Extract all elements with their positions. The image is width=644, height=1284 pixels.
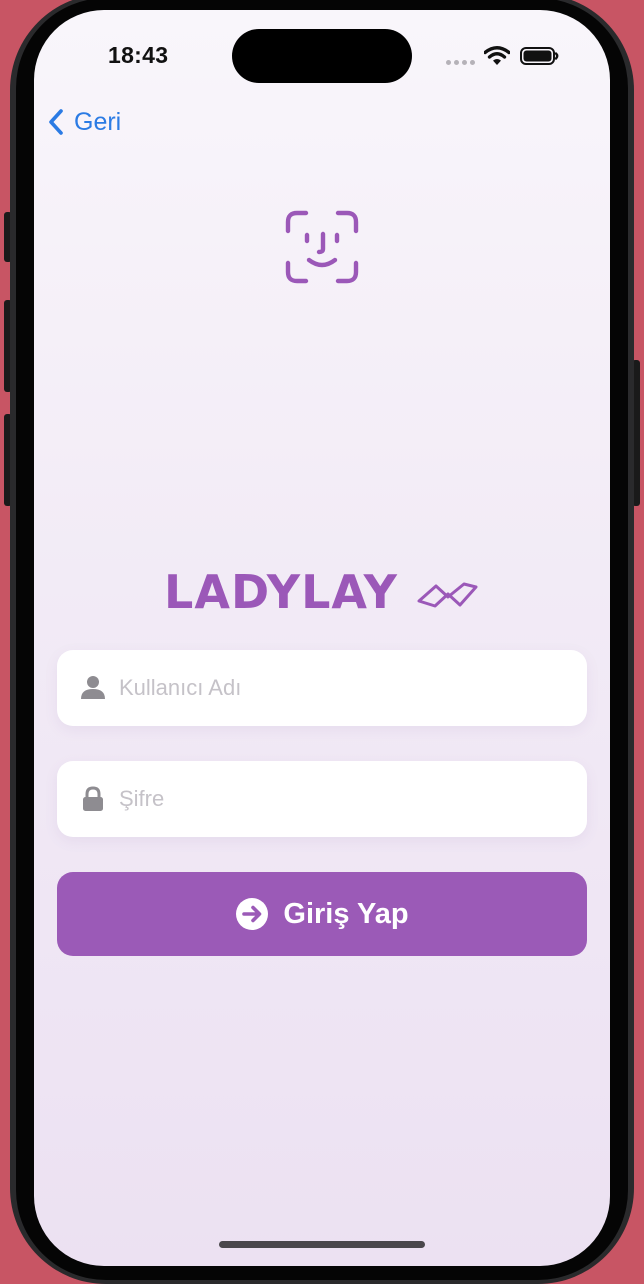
brand-header: LADYLAY	[34, 562, 610, 622]
back-button[interactable]: Geri	[46, 106, 121, 138]
zigzag-wave-icon	[417, 582, 478, 608]
arrow-right-circle-icon	[236, 898, 269, 930]
back-label: Geri	[74, 107, 122, 136]
lock-icon	[83, 786, 103, 811]
battery-icon	[520, 47, 559, 65]
status-time: 18:43	[108, 42, 169, 68]
phone-screen: 18:43 Geri LADYLAY Kullanıcı Adı Giriş Y…	[34, 10, 610, 1266]
person-icon	[81, 676, 105, 699]
face-id-icon	[285, 210, 359, 284]
wifi-icon	[484, 46, 510, 65]
brand-name: LADYLAY	[164, 565, 398, 619]
chevron-left-icon	[49, 109, 63, 135]
signal-dots-icon	[446, 60, 476, 66]
dynamic-island	[232, 29, 412, 83]
home-indicator[interactable]	[219, 1241, 425, 1248]
password-input[interactable]	[119, 786, 559, 812]
login-button[interactable]: Giriş Yap	[57, 872, 587, 956]
username-input[interactable]	[119, 675, 559, 701]
username-field[interactable]	[57, 650, 587, 726]
password-field[interactable]	[57, 761, 587, 837]
login-label: Giriş Yap	[283, 897, 409, 930]
